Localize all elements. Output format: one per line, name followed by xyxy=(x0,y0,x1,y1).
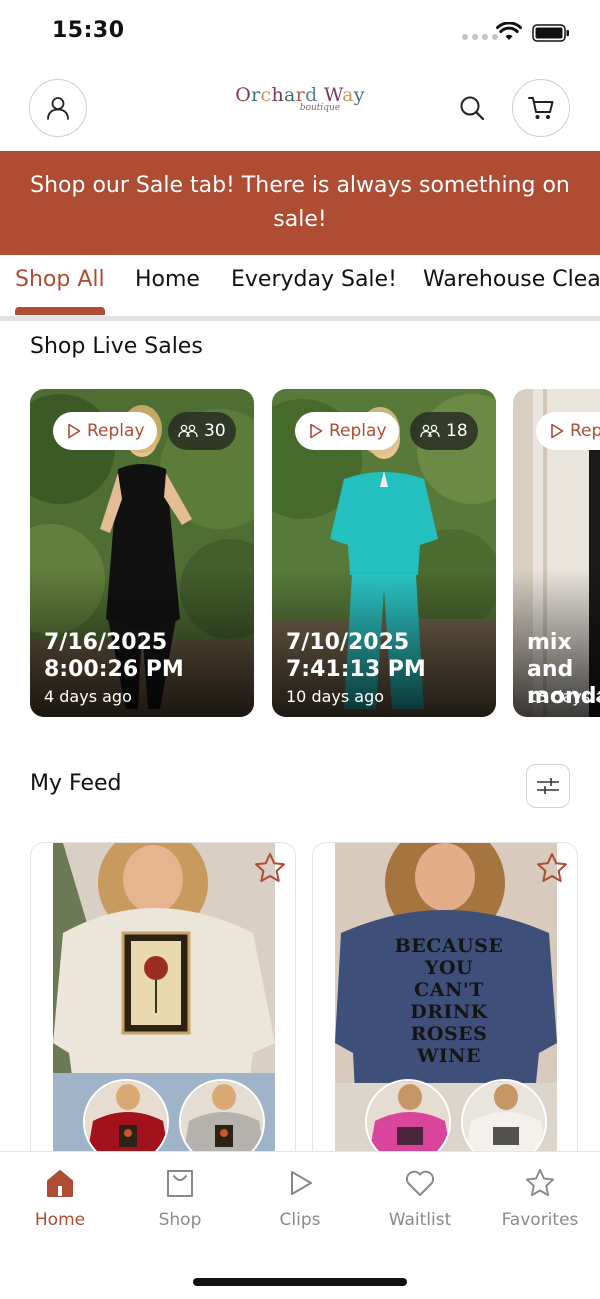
sliders-icon xyxy=(537,778,559,794)
account-button[interactable] xyxy=(29,79,87,137)
tab-shop-all[interactable]: Shop All xyxy=(15,267,105,292)
active-tab-indicator xyxy=(15,307,105,315)
signal-dots-icon xyxy=(462,34,498,40)
category-tabs: Shop All Home Everyday Sale! Warehouse C… xyxy=(0,255,600,317)
viewer-count: 30 xyxy=(204,421,226,441)
live-sale-date: 7/10/2025 7:41:13 PM xyxy=(286,630,426,682)
nav-shop-label: Shop xyxy=(158,1210,202,1230)
product-card[interactable]: BECAUSE YOU Can't DRINK ROSES wine xyxy=(312,842,578,1162)
viewer-count-badge: 30 xyxy=(168,412,236,450)
viewer-count-badge: 18 xyxy=(410,412,478,450)
favorite-star-icon[interactable] xyxy=(535,851,569,885)
live-sales-heading: Shop Live Sales xyxy=(30,334,203,359)
nav-favorites[interactable]: Favorites xyxy=(480,1168,600,1230)
battery-icon xyxy=(532,24,569,42)
tab-everyday-sale[interactable]: Everyday Sale! xyxy=(231,267,397,292)
viewers-icon xyxy=(420,424,440,438)
status-bar: 15:30 xyxy=(0,0,600,66)
cart-icon xyxy=(528,97,554,119)
search-icon[interactable] xyxy=(458,94,486,122)
app-header: Orchard Way boutique Orchard Way xyxy=(0,66,600,152)
heart-icon xyxy=(405,1170,435,1196)
nav-shop[interactable]: Shop xyxy=(120,1168,240,1230)
color-variant-thumbnail[interactable] xyxy=(179,1079,265,1161)
favorite-star-icon[interactable] xyxy=(253,851,287,885)
nav-favorites-label: Favorites xyxy=(501,1210,579,1230)
nav-clips[interactable]: Clips xyxy=(240,1168,360,1230)
shirt-graphic-text: BECAUSE YOU Can't DRINK ROSES wine xyxy=(394,935,504,1067)
bottom-navigation: Home Shop Clips Waitlist Favorites xyxy=(0,1151,600,1299)
tab-home[interactable]: Home xyxy=(135,267,200,292)
viewer-count: 18 xyxy=(446,421,468,441)
viewers-icon xyxy=(178,424,198,438)
home-icon xyxy=(47,1170,73,1197)
product-card[interactable] xyxy=(30,842,296,1162)
replay-button[interactable]: Replay xyxy=(53,412,157,450)
home-indicator xyxy=(193,1278,407,1286)
wifi-icon xyxy=(496,22,522,40)
replay-label: Replay xyxy=(87,421,145,441)
my-feed-heading: My Feed xyxy=(30,771,122,796)
replay-label: Replay xyxy=(329,421,387,441)
color-variant-thumbnail[interactable] xyxy=(365,1079,451,1161)
live-sale-date: 7/16/2025 8:00:26 PM xyxy=(44,630,184,682)
live-sale-card[interactable]: Replay 18 7/10/2025 7:41:13 PM 10 days a… xyxy=(272,389,496,717)
nav-home-label: Home xyxy=(34,1210,86,1230)
banner-text: Shop our Sale tab! There is always somet… xyxy=(30,173,570,232)
replay-label: Rep xyxy=(570,421,600,441)
color-variant-thumbnail[interactable] xyxy=(83,1079,169,1161)
replay-button[interactable]: Rep xyxy=(536,412,600,450)
live-sale-age: 13 days a xyxy=(527,687,600,706)
feed-filter-button[interactable] xyxy=(526,764,570,808)
tab-warehouse-clearance[interactable]: Warehouse Clea xyxy=(423,267,600,292)
brand-logo[interactable]: Orchard Way boutique Orchard Way xyxy=(230,84,370,134)
nav-waitlist[interactable]: Waitlist xyxy=(360,1168,480,1230)
live-sale-card[interactable]: Rep mix and monda 13 days a xyxy=(513,389,600,717)
live-sale-age: 10 days ago xyxy=(286,687,385,706)
sale-banner[interactable]: Shop our Sale tab! There is always somet… xyxy=(0,151,600,255)
logo-text: Orchard Way xyxy=(300,113,301,114)
star-icon xyxy=(525,1168,555,1197)
user-icon xyxy=(47,97,69,120)
color-variant-thumbnail[interactable] xyxy=(461,1079,547,1161)
play-icon xyxy=(68,423,81,439)
status-time: 15:30 xyxy=(52,18,125,43)
cart-button[interactable] xyxy=(512,79,570,137)
play-icon xyxy=(291,1171,312,1195)
tabs-divider xyxy=(0,316,600,321)
shopping-bag-icon xyxy=(167,1170,193,1197)
nav-waitlist-label: Waitlist xyxy=(388,1210,452,1230)
play-icon xyxy=(310,423,323,439)
nav-clips-label: Clips xyxy=(279,1210,321,1230)
live-sale-card[interactable]: Replay 30 7/16/2025 8:00:26 PM 4 days ag… xyxy=(30,389,254,717)
play-icon xyxy=(551,423,564,439)
live-sale-age: 4 days ago xyxy=(44,687,132,706)
nav-home[interactable]: Home xyxy=(0,1168,120,1230)
replay-button[interactable]: Replay xyxy=(295,412,399,450)
